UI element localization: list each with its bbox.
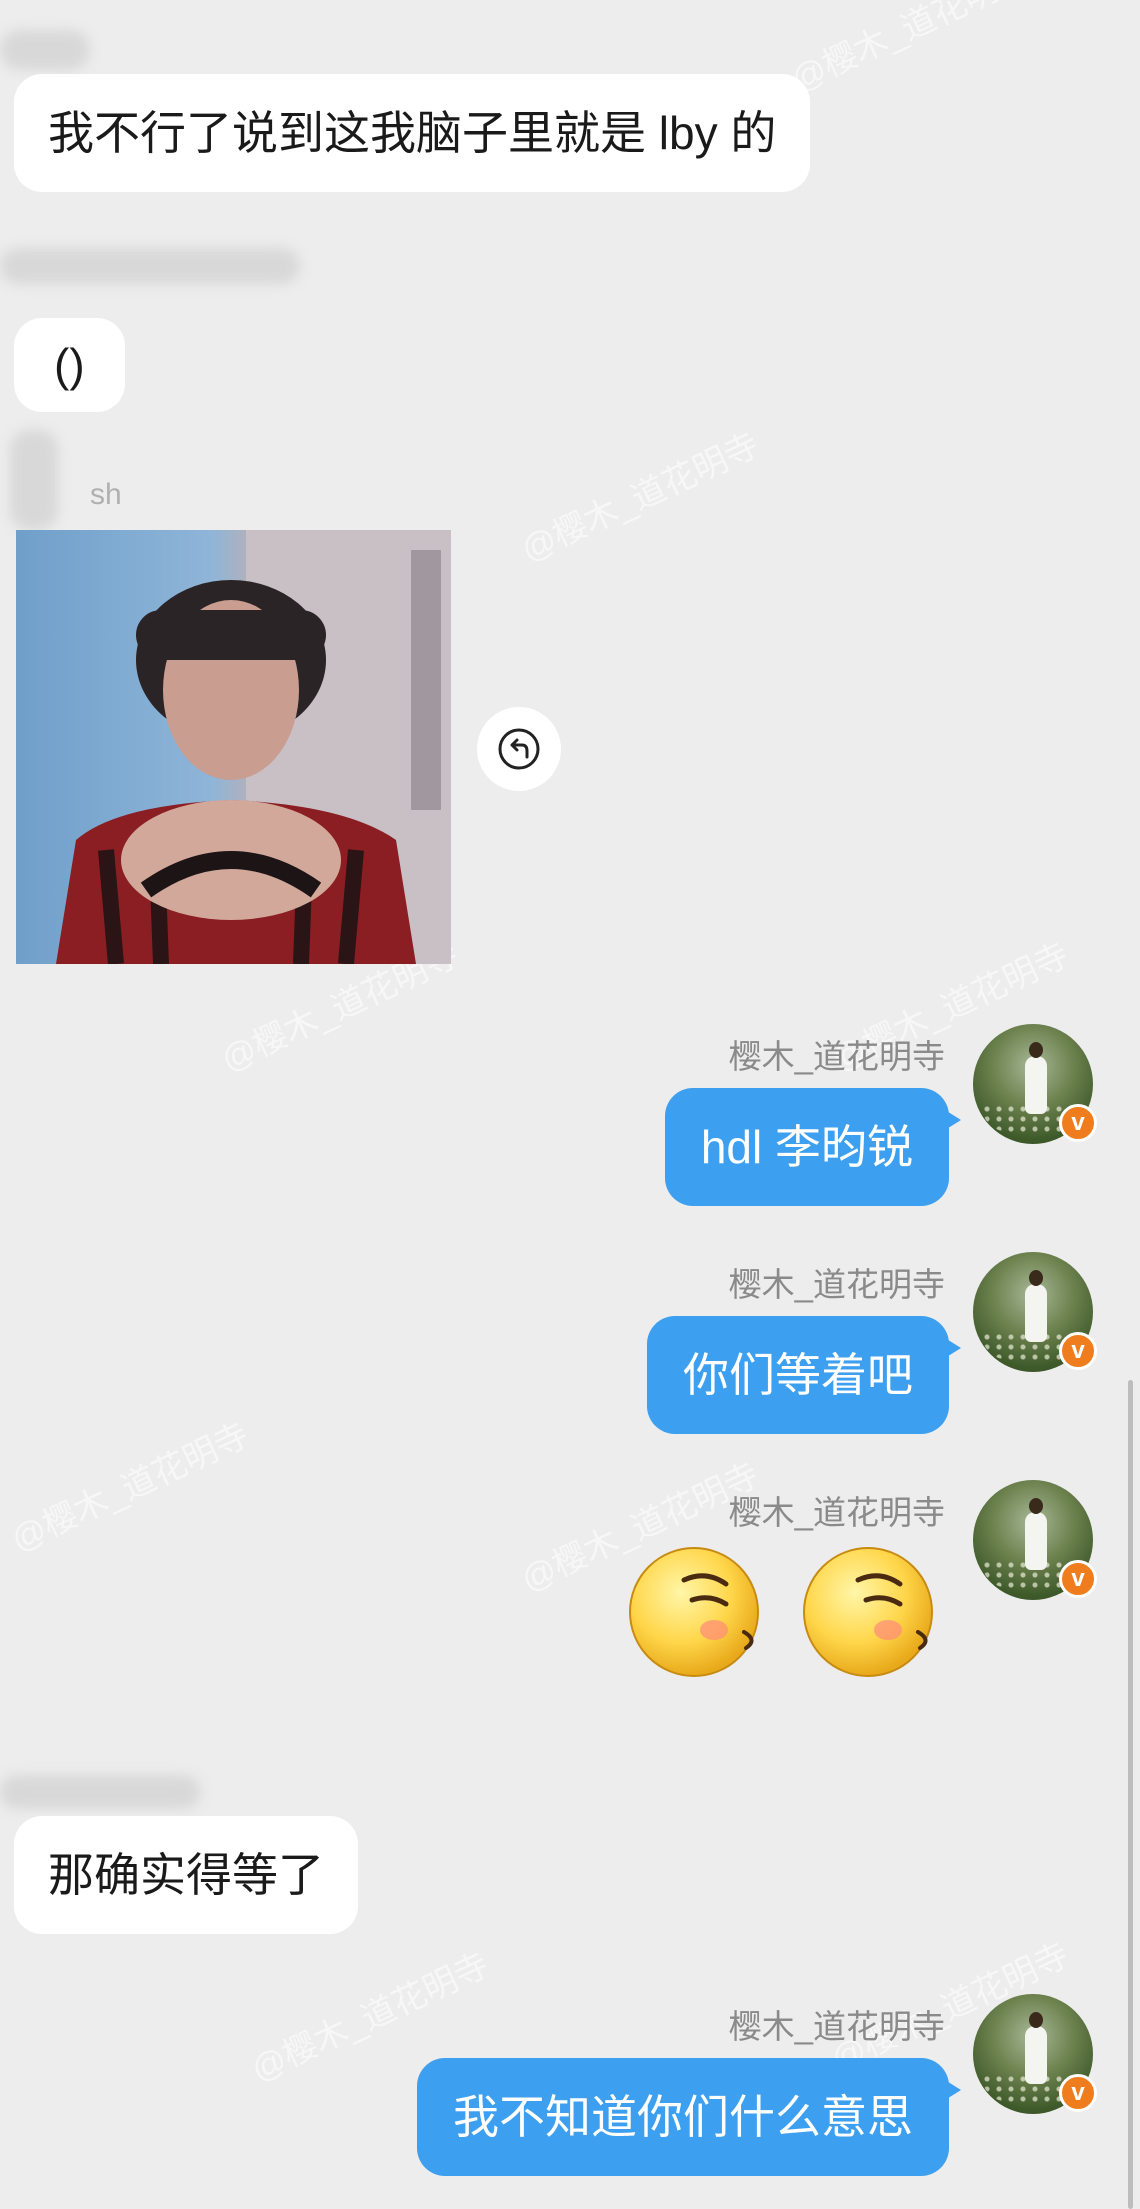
reply-icon [498,728,540,770]
incoming-message-bubble[interactable]: 我不行了说到这我脑子里就是 lby 的 [14,74,811,192]
blurred-sender-name [0,248,300,284]
watermark: @樱木_道花明寺 [785,0,1035,100]
blurred-sender-name [0,1775,200,1809]
outgoing-message-bubble[interactable]: 我不知道你们什么意思 [417,2058,961,2176]
watermark: @樱木_道花明寺 [515,426,765,570]
watermark: @樱木_道花明寺 [5,1416,255,1560]
avatar[interactable]: v [973,1994,1097,2114]
avatar[interactable]: v [973,1480,1097,1600]
blurred-sender-name [0,30,90,70]
person-photo [56,530,451,964]
verified-badge-icon: v [1059,2074,1097,2112]
blurred-sender-name [10,430,58,530]
photo-message[interactable] [16,530,451,964]
shy-blush-emoji[interactable] [800,1540,940,1680]
sender-name: 樱木_道花明寺 [728,1494,945,1531]
verified-badge-icon: v [1059,1560,1097,1598]
incoming-message-bubble[interactable]: () [14,318,125,412]
shy-blush-emoji[interactable] [626,1540,766,1680]
verified-badge-icon: v [1059,1332,1097,1370]
sender-name: 樱木_道花明寺 [728,1266,945,1303]
verified-badge-icon: v [1059,1104,1097,1142]
scrollbar[interactable] [1128,1380,1133,2209]
sender-name: 樱木_道花明寺 [728,1038,945,1075]
sender-name: 樱木_道花明寺 [728,2008,945,2045]
outgoing-message-bubble[interactable]: 你们等着吧 [647,1316,961,1434]
avatar[interactable]: v [973,1252,1097,1372]
incoming-message-bubble[interactable]: 那确实得等了 [14,1816,358,1934]
reply-button[interactable] [477,707,561,791]
avatar[interactable]: v [973,1024,1097,1144]
outgoing-message-bubble[interactable]: hdl 李昀锐 [664,1088,962,1206]
blurred-sender-fragment: sh [90,478,122,511]
